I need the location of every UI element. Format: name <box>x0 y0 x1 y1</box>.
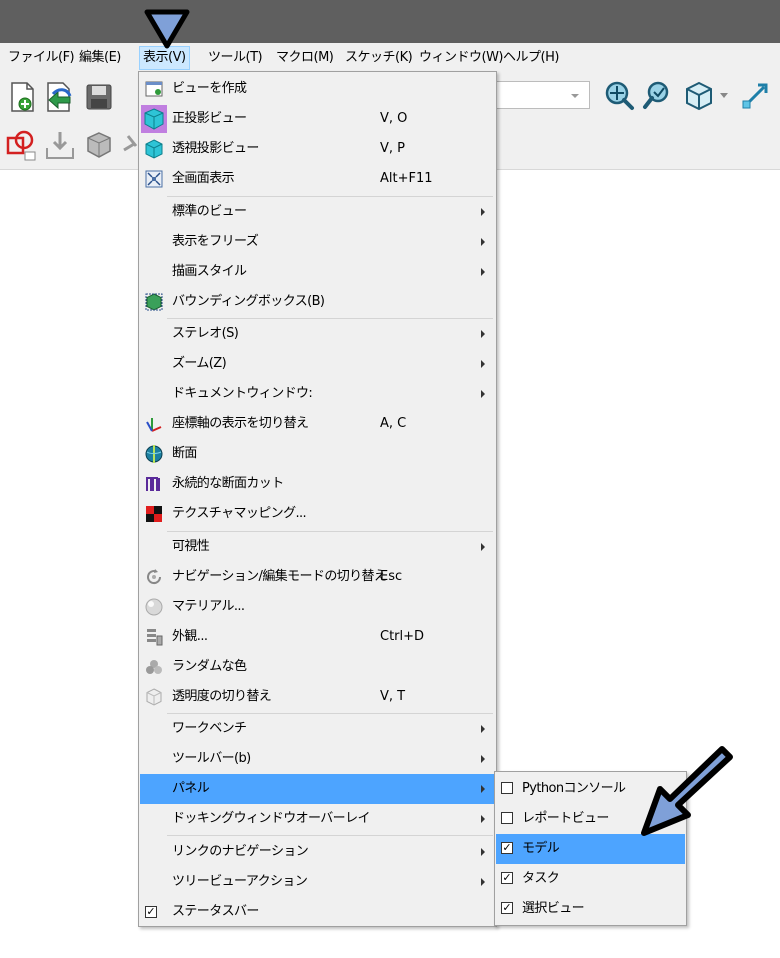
link-object-icon[interactable] <box>82 128 116 162</box>
menu-item-toggle-navigation-edit[interactable]: ナビゲーション/編集モードの切り替え Esc <box>140 562 495 592</box>
perspective-cube-icon <box>145 139 163 159</box>
menu-item-texture-mapping[interactable]: テクスチャマッピング... <box>140 499 495 529</box>
axis-cross-icon <box>146 418 162 432</box>
submenu-arrow-icon <box>481 755 485 763</box>
transparency-icon <box>146 688 162 706</box>
chevron-down-icon <box>571 94 579 98</box>
menu-macro[interactable]: マクロ(M) <box>273 47 336 69</box>
menu-item-dock-window-overlay[interactable]: ドッキングウィンドウオーバーレイ <box>140 804 495 834</box>
menu-item-toggle-axis[interactable]: 座標軸の表示を切り替え A, C <box>140 409 495 439</box>
panel-item-tasks[interactable]: ✓ タスク <box>496 864 685 894</box>
clipping-plane-icon <box>145 445 163 463</box>
menu-item-workbench[interactable]: ワークベンチ <box>140 714 495 744</box>
model-checkbox[interactable]: ✓ <box>501 842 513 854</box>
submenu-arrow-icon <box>481 360 485 368</box>
menu-item-appearance[interactable]: 外観... Ctrl+D <box>140 622 495 652</box>
submenu-arrow-icon <box>481 848 485 856</box>
menu-item-perspective-view[interactable]: 透視投影ビュー V, P <box>140 134 495 164</box>
submenu-arrow-icon <box>481 268 485 276</box>
submenu-arrow-icon <box>481 543 485 551</box>
menu-item-document-window[interactable]: ドキュメントウィンドウ: <box>140 379 495 409</box>
part-icon[interactable] <box>5 128 39 162</box>
submenu-arrow-icon <box>481 208 485 216</box>
menu-item-draw-style[interactable]: 描画スタイル <box>140 257 495 287</box>
menu-item-toolbars[interactable]: ツールバー(b) <box>140 744 495 774</box>
python-console-checkbox[interactable] <box>501 782 513 794</box>
menu-item-standard-views[interactable]: 標準のビュー <box>140 197 495 227</box>
panel-item-selection-view[interactable]: ✓ 選択ビュー <box>496 894 685 924</box>
random-color-icon <box>146 660 162 674</box>
menu-item-random-color[interactable]: ランダムな色 <box>140 652 495 682</box>
bounding-box-icon <box>145 293 163 311</box>
menu-file[interactable]: ファイル(F) <box>5 47 77 69</box>
zoom-fit-selection-icon[interactable] <box>641 79 675 113</box>
orthographic-cube-icon <box>141 105 167 133</box>
submenu-arrow-icon <box>481 785 485 793</box>
menu-item-stereo[interactable]: ステレオ(S) <box>140 319 495 349</box>
tasks-checkbox[interactable]: ✓ <box>501 872 513 884</box>
view-menu: ビューを作成 正投影ビュー V, O 透視投影ビュー V, P 全画面表示 Al… <box>138 71 497 927</box>
status-bar-checkbox[interactable]: ✓ <box>145 906 157 918</box>
appearance-icon <box>147 629 163 646</box>
submenu-arrow-icon <box>481 390 485 398</box>
texture-mapping-icon <box>146 506 162 522</box>
annotation-down-arrow-icon <box>144 9 190 49</box>
menu-item-toggle-transparency[interactable]: 透明度の切り替え V, T <box>140 682 495 712</box>
menu-item-fullscreen[interactable]: 全画面表示 Alt+F11 <box>140 164 495 194</box>
menu-item-freeze-display[interactable]: 表示をフリーズ <box>140 227 495 257</box>
annotation-pointer-arrow-icon <box>641 746 733 836</box>
section-cut-icon <box>146 477 160 491</box>
submenu-arrow-icon <box>481 878 485 886</box>
menu-window[interactable]: ウィンドウ(W) <box>416 47 506 69</box>
open-document-icon[interactable] <box>43 80 77 114</box>
navigation-mode-icon <box>147 569 162 585</box>
submenu-arrow-icon <box>481 238 485 246</box>
menu-bar: ファイル(F) 編集(E) 表示(V) ツール(T) マクロ(M) スケッチ(K… <box>0 43 780 71</box>
menu-edit[interactable]: 編集(E) <box>76 47 124 69</box>
import-icon[interactable] <box>43 128 77 162</box>
menu-item-clipping-plane[interactable]: 断面 <box>140 439 495 469</box>
menu-item-orthographic-view[interactable]: 正投影ビュー V, O <box>140 104 495 134</box>
zoom-fit-all-icon[interactable] <box>602 79 636 113</box>
menu-item-material[interactable]: マテリアル... <box>140 592 495 622</box>
menu-item-bounding-box[interactable]: バウンディングボックス(B) <box>140 287 495 317</box>
fullscreen-icon <box>145 170 163 188</box>
menu-item-zoom[interactable]: ズーム(Z) <box>140 349 495 379</box>
standard-views-cube-icon[interactable] <box>682 79 716 113</box>
menu-item-panels[interactable]: パネル <box>140 774 495 804</box>
menu-item-link-navigation[interactable]: リンクのナビゲーション <box>140 837 495 867</box>
save-icon[interactable] <box>82 80 116 114</box>
menu-item-status-bar[interactable]: ✓ ステータスバー <box>140 897 495 927</box>
chevron-down-icon[interactable] <box>720 93 728 98</box>
submenu-arrow-icon <box>481 330 485 338</box>
workbench-selector[interactable] <box>492 81 590 109</box>
menu-item-visibility[interactable]: 可視性 <box>140 532 495 562</box>
new-document-icon[interactable] <box>6 80 40 114</box>
new-view-icon <box>145 81 163 97</box>
selection-view-checkbox[interactable]: ✓ <box>501 902 513 914</box>
menu-item-persistent-section-cut[interactable]: 永続的な断面カット <box>140 469 495 499</box>
material-sphere-icon <box>145 598 163 616</box>
menu-sketch[interactable]: スケッチ(K) <box>342 47 415 69</box>
measure-icon[interactable] <box>738 79 772 113</box>
menu-item-tree-view-actions[interactable]: ツリービューアクション <box>140 867 495 897</box>
menu-help[interactable]: ヘルプ(H) <box>500 47 562 69</box>
submenu-arrow-icon <box>481 725 485 733</box>
menu-item-create-view[interactable]: ビューを作成 <box>140 74 495 104</box>
menu-tools[interactable]: ツール(T) <box>205 47 265 69</box>
submenu-arrow-icon <box>481 815 485 823</box>
menu-separator <box>167 835 493 836</box>
report-view-checkbox[interactable] <box>501 812 513 824</box>
window-titlebar <box>0 0 780 43</box>
